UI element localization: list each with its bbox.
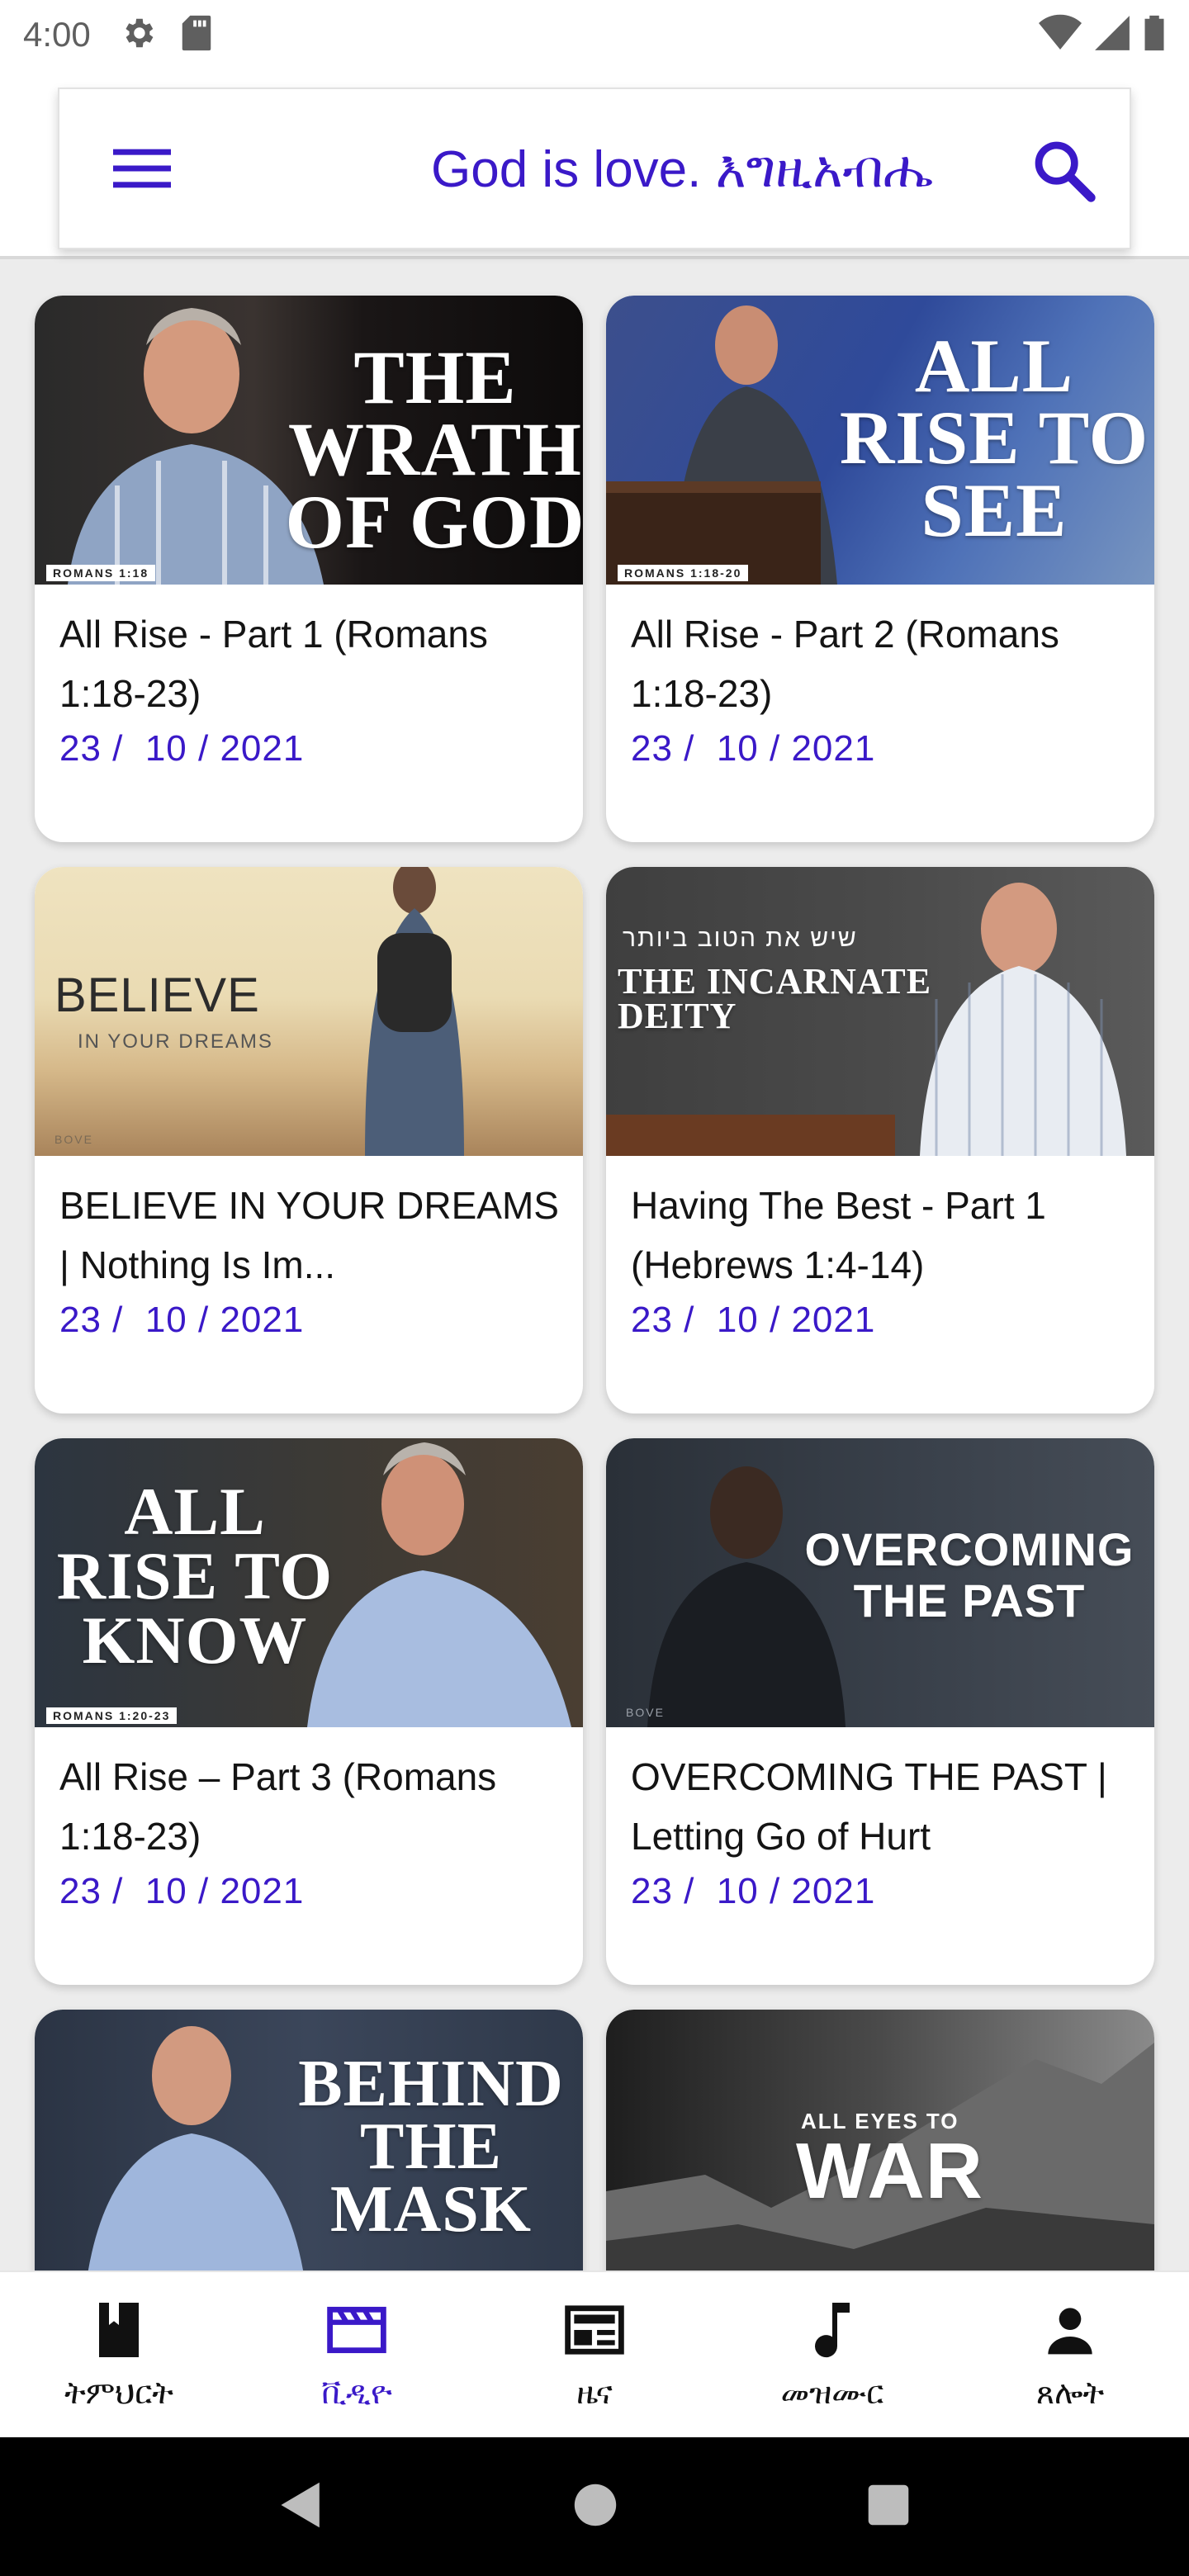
video-date: 23 / 10 / 2021 [631, 1300, 876, 1340]
news-icon [561, 2297, 628, 2363]
app-title: God is love. እግዚአብሔ [431, 141, 934, 198]
wifi-icon [1039, 14, 1082, 56]
app-screen: 4:00 God is love. እግዚአብሔ THE WRATH OF GO… [0, 0, 1189, 2576]
video-thumbnail[interactable]: OVERCOMING THE PAST BOVE [606, 1438, 1154, 1727]
thumbnail-reference: ROMANS 1:18 [46, 565, 156, 581]
video-card[interactable]: THE WRATH OF GOD ROMANS 1:18 All Rise - … [35, 296, 583, 842]
video-date: 23 / 10 / 2021 [631, 728, 876, 769]
video-thumbnail[interactable]: ALL RISE TO SEE ROMANS 1:18-20 [606, 296, 1154, 585]
thumbnail-brand: BOVE [54, 1133, 93, 1146]
nav-item-video[interactable]: ቪዲዮ [238, 2272, 476, 2437]
music-note-icon [799, 2297, 865, 2363]
nav-item-songs[interactable]: መዝሙር [713, 2272, 951, 2437]
thumbnail-text: BEHIND THE MASK [298, 2048, 564, 2246]
status-time: 4:00 [23, 15, 91, 54]
thumbnail-text: ALL RISE TO SEE [839, 324, 1149, 552]
video-thumbnail[interactable]: שיש את הטוב ביותר THE INCARNATE DEITY [606, 867, 1154, 1156]
thumbnail-text: BELIEVE [54, 968, 260, 1022]
app-bar: God is love. እግዚአብሔ [58, 88, 1131, 249]
video-date: 23 / 10 / 2021 [59, 728, 305, 769]
video-grid[interactable]: THE WRATH OF GOD ROMANS 1:18 All Rise - … [0, 259, 1189, 2271]
nav-label: መዝሙር [780, 2375, 884, 2411]
nav-item-news[interactable]: ዜና [476, 2272, 713, 2437]
search-icon [1035, 141, 1096, 202]
video-thumbnail[interactable]: BELIEVE IN YOUR DREAMS BOVE [35, 867, 583, 1156]
bottom-navigation: ትምህርት ቪዲዮ ዜና መዝሙር ጸሎት [0, 2271, 1189, 2437]
cell-signal-icon [1093, 14, 1131, 56]
video-title: All Rise - Part 1 (Romans 1:18-23) [59, 613, 488, 715]
thumbnail-text: ALL RISE TO KNOW [56, 1474, 334, 1678]
video-card[interactable]: BEHIND THE MASK [35, 2010, 583, 2271]
video-card[interactable]: OVERCOMING THE PAST BOVE OVERCOMING THE … [606, 1438, 1154, 1985]
thumbnail-subtitle: IN YOUR DREAMS [78, 1030, 273, 1053]
back-button[interactable] [278, 2480, 324, 2534]
video-title: All Rise – Part 3 (Romans 1:18-23) [59, 1755, 497, 1858]
video-thumbnail[interactable]: ALL RISE TO KNOW ROMANS 1:20-23 [35, 1438, 583, 1727]
nav-item-prayer[interactable]: ጸሎት [951, 2272, 1189, 2437]
menu-icon [113, 149, 171, 188]
video-date: 23 / 10 / 2021 [59, 1871, 305, 1911]
system-navigation-bar [0, 2437, 1189, 2576]
nav-item-lessons[interactable]: ትምህርት [0, 2272, 238, 2437]
battery-icon [1143, 14, 1166, 56]
speaker-figure [307, 1442, 571, 1727]
thumbnail-reference: ROMANS 1:20-23 [46, 1707, 178, 1724]
thumbnail-text: OVERCOMING THE PAST [804, 1523, 1135, 1627]
home-button[interactable] [572, 2482, 618, 2532]
sd-card-icon [180, 14, 213, 56]
video-thumbnail[interactable]: ALL EYES TO WAR [606, 2010, 1154, 2271]
settings-gear-icon [119, 14, 157, 56]
thumbnail-text: WAR [796, 2127, 983, 2215]
person-icon [1037, 2297, 1103, 2363]
nav-label: ቪዲዮ [321, 2375, 392, 2411]
video-title: OVERCOMING THE PAST | Letting Go of Hurt [631, 1755, 1107, 1858]
video-icon [324, 2297, 390, 2363]
thumbnail-reference: ROMANS 1:18-20 [618, 565, 749, 581]
thumbnail-text: THE WRATH OF GOD [285, 335, 583, 564]
thumbnail-text: THE INCARNATE DEITY [618, 961, 932, 1036]
thumbnail-brand: BOVE [626, 1706, 665, 1719]
back-triangle-icon [281, 2482, 320, 2527]
book-icon [86, 2297, 152, 2363]
video-title: Having The Best - Part 1 (Hebrews 1:4-14… [631, 1184, 1046, 1286]
home-circle-icon [574, 2484, 617, 2526]
video-card[interactable]: ALL EYES TO WAR [606, 2010, 1154, 2271]
nav-label: ጸሎት [1035, 2375, 1105, 2411]
thumbnail-hebrew-text: שיש את הטוב ביותר [623, 925, 858, 952]
video-date: 23 / 10 / 2021 [59, 1300, 305, 1340]
status-bar: 4:00 [0, 0, 1189, 69]
video-title: All Rise - Part 2 (Romans 1:18-23) [631, 613, 1059, 715]
video-thumbnail[interactable]: THE WRATH OF GOD ROMANS 1:18 [35, 296, 583, 585]
video-date: 23 / 10 / 2021 [631, 1871, 876, 1911]
menu-button[interactable] [101, 127, 183, 210]
video-card[interactable]: ALL RISE TO SEE ROMANS 1:18-20 All Rise … [606, 296, 1154, 842]
video-card[interactable]: BELIEVE IN YOUR DREAMS BOVE BELIEVE IN Y… [35, 867, 583, 1413]
video-thumbnail[interactable]: BEHIND THE MASK [35, 2010, 583, 2271]
header-area: God is love. እግዚአብሔ [0, 69, 1189, 259]
video-card[interactable]: ALL RISE TO KNOW ROMANS 1:20-23 All Rise… [35, 1438, 583, 1985]
recents-button[interactable] [866, 2483, 911, 2531]
backpacker-figure [365, 867, 464, 1156]
nav-label: ዜና [576, 2375, 613, 2411]
search-button[interactable] [1022, 129, 1105, 211]
video-card[interactable]: שיש את הטוב ביותר THE INCARNATE DEITY Ha… [606, 867, 1154, 1413]
recents-square-icon [868, 2484, 909, 2525]
video-title: BELIEVE IN YOUR DREAMS | Nothing Is Im..… [59, 1184, 559, 1286]
nav-label: ትምህርት [64, 2375, 173, 2411]
